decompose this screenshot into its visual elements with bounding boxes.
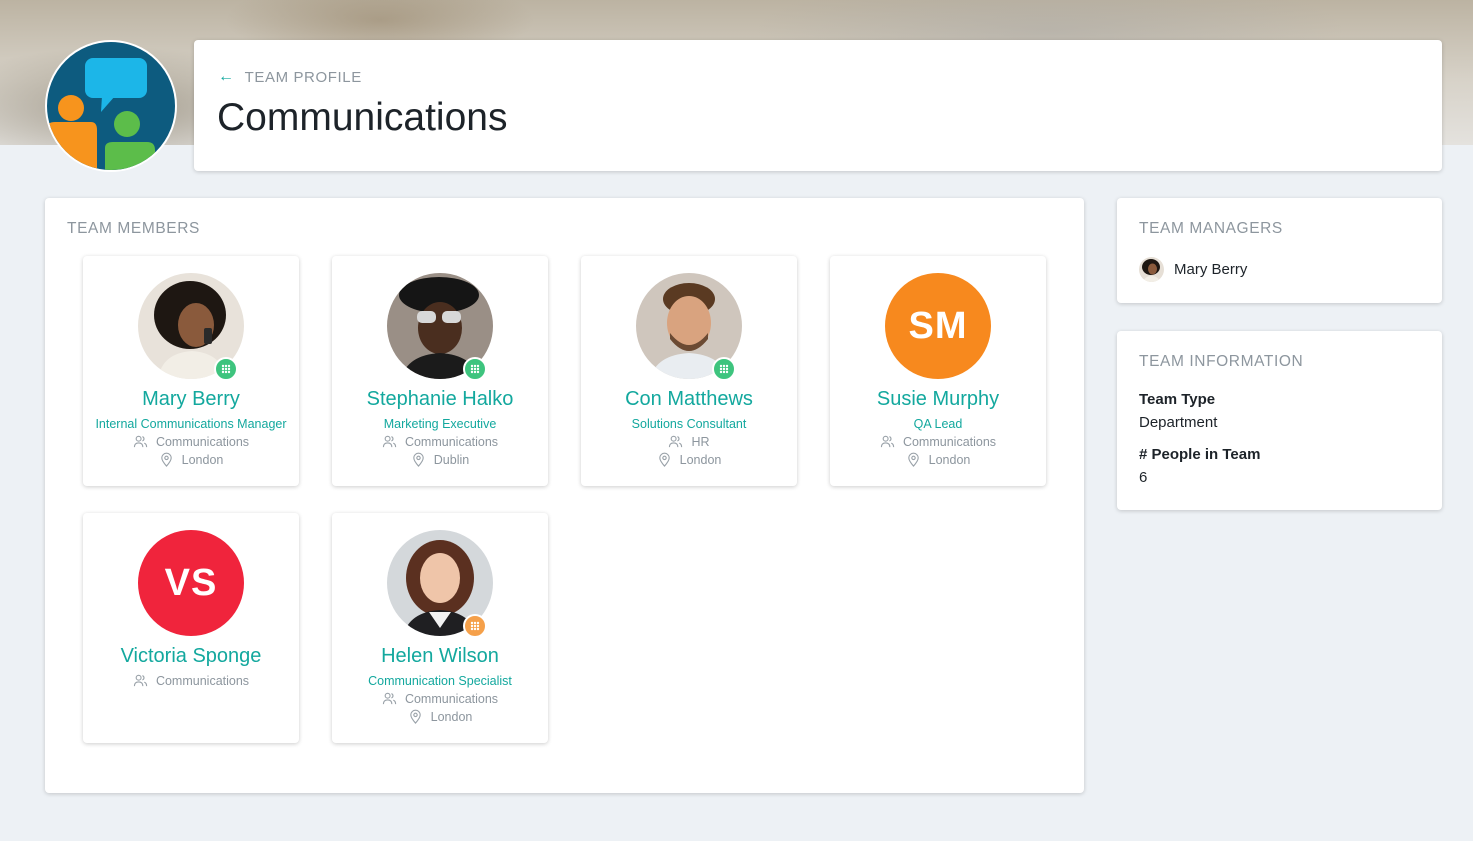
member-name[interactable]: Mary Berry: [83, 388, 299, 411]
member-card-mary-berry[interactable]: Mary Berry Internal Communications Manag…: [83, 256, 299, 486]
grid-dots-icon: [719, 364, 729, 374]
member-department: Communications: [83, 434, 299, 449]
location-pin-icon: [160, 452, 172, 467]
member-department: Communications: [332, 434, 548, 449]
member-department: Communications: [332, 691, 548, 706]
people-icon: [133, 435, 148, 448]
team-information-panel: TEAM INFORMATION Team Type Department # …: [1117, 331, 1442, 510]
status-badge: [463, 357, 487, 381]
grid-dots-icon: [470, 364, 480, 374]
location-label: London: [679, 452, 722, 467]
member-location: London: [332, 709, 548, 724]
location-pin-icon: [658, 452, 670, 467]
member-role: Internal Communications Manager: [95, 417, 287, 431]
page-title: Communications: [217, 96, 508, 139]
member-name[interactable]: Con Matthews: [581, 388, 797, 411]
grid-dots-icon: [470, 621, 480, 631]
team-members-panel: TEAM MEMBERS Mary Berry Internal Communi…: [45, 198, 1084, 793]
member-department: Communications: [830, 434, 1046, 449]
location-label: London: [430, 709, 473, 724]
member-location: Dublin: [332, 452, 548, 467]
member-name[interactable]: Susie Murphy: [830, 388, 1046, 411]
location-label: London: [181, 452, 224, 467]
grid-dots-icon: [221, 364, 231, 374]
member-location: London: [581, 452, 797, 467]
member-card-susie-murphy[interactable]: SM Susie Murphy QA Lead Communications L…: [830, 256, 1046, 486]
team-logo-icon: [47, 58, 155, 170]
member-location: London: [83, 452, 299, 467]
member-role: Marketing Executive: [383, 417, 497, 431]
member-role: Solutions Consultant: [631, 417, 747, 431]
avatar-initials-text: SM: [908, 304, 968, 347]
people-icon: [669, 435, 683, 448]
member-card-victoria-sponge[interactable]: VS Victoria Sponge Communications: [83, 513, 299, 743]
member-department: HR: [581, 434, 797, 449]
team-members-title: TEAM MEMBERS: [67, 220, 200, 237]
member-name[interactable]: Stephanie Halko: [332, 388, 548, 411]
member-role: QA Lead: [913, 417, 963, 431]
people-count-label: # People in Team: [1139, 446, 1261, 463]
team-managers-title: TEAM MANAGERS: [1139, 220, 1283, 237]
status-badge: [712, 357, 736, 381]
avatar-initials: SM: [885, 273, 991, 379]
avatar-initials: VS: [138, 530, 244, 636]
people-icon: [382, 692, 397, 705]
member-location: London: [830, 452, 1046, 467]
team-managers-panel: TEAM MANAGERS Mary Berry: [1117, 198, 1442, 303]
manager-item[interactable]: Mary Berry: [1139, 257, 1247, 282]
avatar-initials-text: VS: [164, 561, 218, 604]
manager-name[interactable]: Mary Berry: [1174, 261, 1247, 278]
member-role: Communication Specialist: [368, 674, 512, 688]
people-count-value: 6: [1139, 469, 1148, 486]
member-name[interactable]: Helen Wilson: [332, 645, 548, 668]
location-pin-icon: [907, 452, 919, 467]
team-logo: [45, 40, 177, 172]
status-badge: [214, 357, 238, 381]
people-icon: [382, 435, 397, 448]
arrow-left-icon[interactable]: ←: [218, 68, 235, 86]
member-department: Communications: [83, 673, 299, 688]
location-pin-icon: [413, 452, 424, 467]
location-label: London: [928, 452, 971, 467]
manager-avatar: [1139, 257, 1164, 282]
department-label: HR: [691, 434, 710, 449]
member-name[interactable]: Victoria Sponge: [83, 645, 299, 668]
location-label: Dublin: [433, 452, 470, 467]
team-type-value: Department: [1139, 414, 1218, 431]
department-label: Communications: [404, 434, 499, 449]
member-card-stephanie-halko[interactable]: Stephanie Halko Marketing Executive Comm…: [332, 256, 548, 486]
back-link[interactable]: ← TEAM PROFILE: [218, 68, 362, 86]
member-card-con-matthews[interactable]: Con Matthews Solutions Consultant HR Lon…: [581, 256, 797, 486]
status-badge: [463, 614, 487, 638]
people-icon: [880, 435, 895, 448]
member-card-helen-wilson[interactable]: Helen Wilson Communication Specialist Co…: [332, 513, 548, 743]
department-label: Communications: [404, 691, 499, 706]
location-pin-icon: [409, 709, 421, 724]
team-type-label: Team Type: [1139, 391, 1216, 408]
department-label: Communications: [902, 434, 997, 449]
department-label: Communications: [155, 673, 250, 688]
people-icon: [133, 674, 148, 687]
header-card: ← TEAM PROFILE Communications: [194, 40, 1442, 171]
department-label: Communications: [155, 434, 250, 449]
team-information-title: TEAM INFORMATION: [1139, 353, 1304, 370]
back-label[interactable]: TEAM PROFILE: [245, 69, 362, 86]
